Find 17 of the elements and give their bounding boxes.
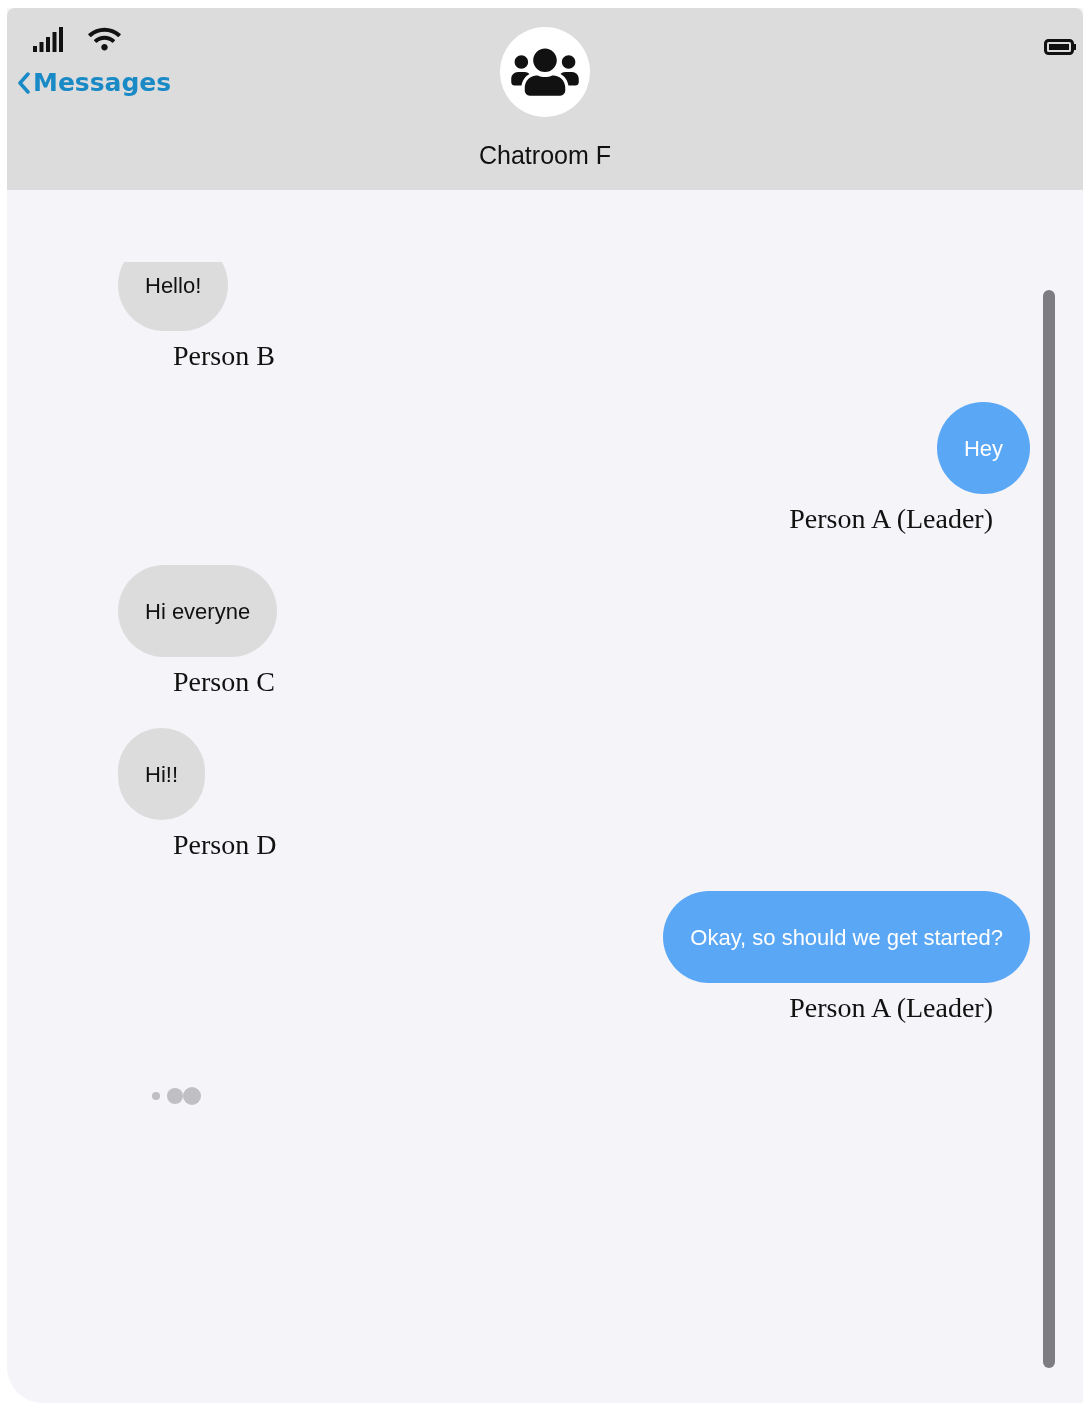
sender-name: Person D (173, 828, 277, 862)
sender-name: Person C (173, 665, 275, 699)
sender-name: Person A (Leader) (789, 502, 993, 536)
users-icon (511, 45, 579, 99)
message-bubble: Hi!! (118, 728, 205, 820)
sender-name: Person B (173, 339, 275, 373)
message-bubble: Hey (936, 402, 1030, 494)
message-bubble: Hi everyne (118, 565, 278, 657)
message-bubble: Okay, so should we get started? (663, 891, 1030, 983)
battery-icon (1044, 39, 1077, 55)
signal-icon (33, 26, 64, 52)
sender-name: Person A (Leader) (789, 991, 993, 1025)
message-bubble: Hello! (118, 262, 229, 331)
wifi-icon (88, 26, 121, 52)
chat-title: Chatroom F (479, 140, 611, 171)
back-button[interactable]: Messages (17, 64, 172, 102)
chevron-left-icon (17, 71, 31, 94)
